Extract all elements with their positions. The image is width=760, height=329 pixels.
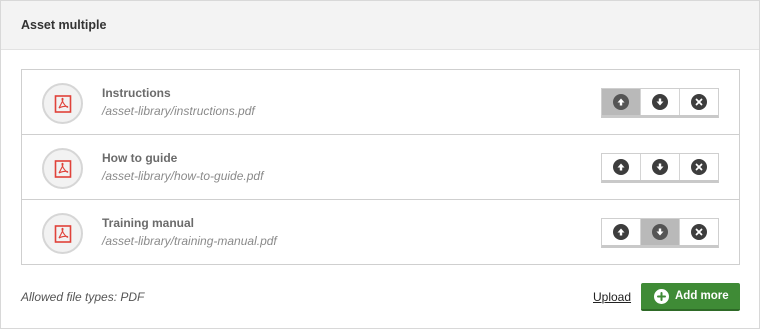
asset-list: Instructions /asset-library/instructions… bbox=[21, 69, 740, 265]
asset-name: How to guide bbox=[102, 151, 178, 165]
asset-actions bbox=[601, 88, 719, 118]
arrow-down-icon bbox=[652, 159, 668, 175]
allowed-file-types: Allowed file types: PDF bbox=[21, 290, 145, 304]
asset-path: /asset-library/instructions.pdf bbox=[102, 104, 255, 118]
asset-path: /asset-library/how-to-guide.pdf bbox=[102, 169, 264, 183]
arrow-down-icon bbox=[652, 94, 668, 110]
pdf-icon bbox=[42, 83, 83, 124]
close-icon bbox=[691, 159, 707, 175]
asset-name: Training manual bbox=[102, 216, 195, 230]
add-more-button[interactable]: Add more bbox=[641, 283, 740, 311]
asset-name: Instructions bbox=[102, 86, 171, 100]
list-item: Training manual /asset-library/training-… bbox=[22, 200, 739, 264]
arrow-down-icon bbox=[652, 224, 668, 240]
pdf-icon bbox=[42, 148, 83, 189]
panel-title: Asset multiple bbox=[21, 18, 107, 32]
remove-button[interactable] bbox=[680, 89, 718, 115]
move-up-button[interactable] bbox=[602, 89, 641, 115]
move-down-button[interactable] bbox=[641, 89, 680, 115]
move-up-button[interactable] bbox=[602, 154, 641, 180]
arrow-up-icon bbox=[613, 159, 629, 175]
panel-header: Asset multiple bbox=[1, 1, 759, 50]
asset-actions bbox=[601, 218, 719, 248]
move-down-button[interactable] bbox=[641, 154, 680, 180]
upload-link[interactable]: Upload bbox=[593, 290, 631, 304]
asset-path: /asset-library/training-manual.pdf bbox=[102, 234, 277, 248]
pdf-icon bbox=[42, 213, 83, 254]
list-item: Instructions /asset-library/instructions… bbox=[22, 70, 739, 135]
move-up-button[interactable] bbox=[602, 219, 641, 245]
move-down-button[interactable] bbox=[641, 219, 680, 245]
close-icon bbox=[691, 224, 707, 240]
list-item: How to guide /asset-library/how-to-guide… bbox=[22, 135, 739, 200]
close-icon bbox=[691, 94, 707, 110]
asset-actions bbox=[601, 153, 719, 183]
asset-multiple-panel: Asset multiple Instructions /asset-libra… bbox=[0, 0, 760, 329]
remove-button[interactable] bbox=[680, 219, 718, 245]
arrow-up-icon bbox=[613, 224, 629, 240]
arrow-up-icon bbox=[613, 94, 629, 110]
plus-icon bbox=[654, 288, 669, 304]
add-more-label: Add more bbox=[675, 290, 729, 302]
remove-button[interactable] bbox=[680, 154, 718, 180]
